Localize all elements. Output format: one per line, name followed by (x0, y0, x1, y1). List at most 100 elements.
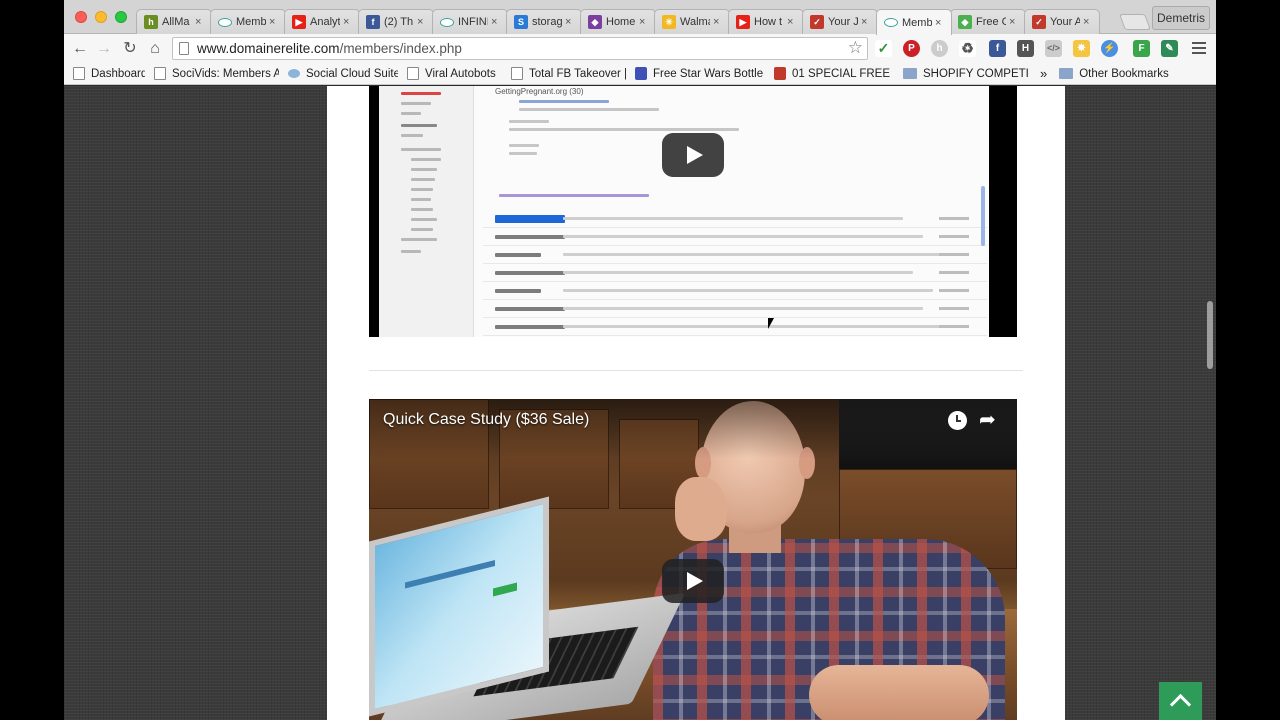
tab-1[interactable]: Memb × (210, 9, 286, 34)
bookmark-item[interactable]: SHOPIFY COMPETIT (903, 68, 1028, 80)
bookmark-item[interactable]: Viral Autobots (407, 67, 502, 80)
facebook-icon: f (366, 15, 380, 29)
video-title[interactable]: Quick Case Study ($36 Sale) (383, 411, 589, 429)
video-player-1[interactable]: GettingPregnant.org (30) (369, 86, 1017, 337)
close-tab-icon[interactable]: × (491, 16, 501, 28)
page-icon (511, 67, 523, 80)
address-bar[interactable]: www.domainerelite.com/members/index.php … (172, 37, 868, 60)
hootsuite-icon[interactable]: h (931, 40, 948, 57)
left-black-border (0, 0, 64, 720)
h-extension-icon[interactable]: H (1017, 40, 1034, 57)
play-button-video-1[interactable] (662, 133, 724, 177)
facebook-icon[interactable]: f (989, 40, 1006, 57)
bookmark-item[interactable]: Total FB Takeover | L (511, 67, 626, 80)
tab-label: storag (532, 16, 562, 28)
close-tab-icon[interactable]: × (343, 16, 353, 28)
close-tab-icon[interactable]: × (861, 16, 871, 28)
section-divider (369, 370, 1023, 371)
tab-7[interactable]: ✳ Walma× (654, 9, 730, 34)
tab-strip: h AllMa × Memb × ▶ Analyt × f (2) Th × INFINI × Sstor… (64, 0, 1216, 35)
tab-11[interactable]: ◆ Free C× (950, 9, 1026, 34)
browser-window: h AllMa × Memb × ▶ Analyt × f (2) Th × INFINI × Sstor… (64, 0, 1216, 720)
mouse-cursor (768, 318, 774, 329)
close-tab-icon[interactable]: × (417, 16, 427, 28)
clock-icon[interactable] (948, 411, 967, 430)
bookmark-star-icon[interactable]: ☆ (848, 38, 863, 58)
close-tab-icon[interactable]: × (713, 16, 723, 28)
checkmark-icon: ✓ (810, 15, 824, 29)
tab-6[interactable]: ◆ Home × (580, 9, 656, 34)
cloud-icon (288, 69, 300, 78)
code-icon[interactable]: </> (1045, 40, 1062, 57)
feedly-icon[interactable]: F (1133, 40, 1150, 57)
bookmark-item[interactable]: Free Star Wars Bottle (635, 67, 765, 80)
email-sidebar (379, 86, 474, 337)
tab-8[interactable]: ▶ How t × (728, 9, 804, 34)
tab-label: Your A (1050, 16, 1080, 28)
bookmark-label: Social Cloud Suite (306, 67, 398, 80)
play-button-video-2[interactable] (662, 559, 724, 603)
evernote-clip-icon[interactable]: ✎ (1161, 40, 1178, 57)
back-arrow-icon[interactable]: ← (70, 39, 90, 59)
lightning-icon[interactable]: ⚡ (1101, 40, 1118, 57)
tab-label: Memb (902, 16, 932, 29)
tab-9[interactable]: ✓ Your J × (802, 9, 878, 34)
bookmarks-bar: Dashboard SociVids: Members A Social Cloud… (64, 63, 1216, 85)
close-tab-icon[interactable]: × (787, 16, 797, 28)
page-scrollbar[interactable] (1204, 86, 1216, 720)
recycle-icon[interactable]: ♻ (959, 40, 976, 57)
bookmark-item[interactable]: 01 SPECIAL FREE Ha (774, 67, 894, 80)
tab-4[interactable]: INFINI × (432, 9, 508, 34)
tab-5[interactable]: Sstorag × (506, 9, 582, 34)
share-icon[interactable]: ➦ (979, 409, 996, 431)
close-tab-icon[interactable]: × (1009, 16, 1019, 28)
bookmark-item[interactable]: SociVids: Members A (154, 67, 279, 80)
close-tab-icon[interactable]: × (195, 16, 205, 28)
close-tab-icon[interactable]: × (639, 16, 649, 28)
video-player-2[interactable]: Quick Case Study ($36 Sale) ➦ (369, 399, 1017, 720)
page-background: GettingPregnant.org (30) Quick Case Stud… (64, 86, 1216, 720)
folder-icon (903, 68, 917, 79)
scrollbar-thumb[interactable] (1207, 301, 1213, 369)
close-tab-icon[interactable]: × (1083, 16, 1093, 28)
new-tab-button[interactable] (1119, 14, 1151, 30)
sparkle-icon[interactable]: ✸ (1073, 40, 1090, 57)
tabs: h AllMa × Memb × ▶ Analyt × f (2) Th × INFINI × Sstor… (136, 9, 1100, 35)
bookmark-label: 01 SPECIAL FREE Ha (792, 67, 894, 80)
url-path: /members/index.php (339, 41, 462, 56)
bookmarks-overflow-button[interactable]: » (1040, 66, 1047, 81)
other-bookmarks-label: Other Bookmarks (1079, 67, 1169, 80)
video-frame-email-screen: GettingPregnant.org (30) (379, 86, 989, 337)
gem-green-icon: ◆ (958, 15, 972, 29)
close-window-button[interactable] (75, 11, 87, 23)
profile-button[interactable]: Demetris (1152, 6, 1210, 30)
gem-icon: ◆ (588, 15, 602, 29)
tab-10[interactable]: Memb × (876, 9, 952, 35)
bookmark-item[interactable]: Dashboard (73, 67, 145, 80)
close-tab-icon[interactable]: × (269, 16, 279, 28)
maximize-window-button[interactable] (115, 11, 127, 23)
tab-label: AllMa (162, 16, 190, 28)
bookmark-label: Dashboard (91, 67, 145, 80)
minimize-window-button[interactable] (95, 11, 107, 23)
forward-arrow-icon[interactable]: → (94, 39, 114, 59)
other-bookmarks[interactable]: Other Bookmarks (1059, 67, 1169, 80)
bookmark-item[interactable]: Social Cloud Suite (288, 68, 398, 80)
pinterest-icon[interactable]: P (903, 40, 920, 57)
youtube-icon: ▶ (736, 15, 750, 29)
close-tab-icon[interactable]: × (565, 16, 575, 28)
close-tab-icon[interactable]: × (935, 17, 945, 29)
tab-12[interactable]: ✓ Your A × (1024, 9, 1100, 34)
tab-0[interactable]: h AllMa × (136, 9, 212, 34)
evernote-icon[interactable]: ✓ (875, 40, 892, 57)
cloud-icon (884, 18, 898, 27)
tab-2[interactable]: ▶ Analyt × (284, 9, 360, 34)
page-icon (179, 42, 189, 55)
email-subject: GettingPregnant.org (30) (495, 87, 584, 96)
tab-label: Analyt (310, 16, 340, 28)
reload-icon[interactable]: ↻ (120, 39, 140, 59)
hamburger-menu-icon[interactable] (1192, 42, 1206, 54)
back-to-top-button[interactable] (1159, 682, 1202, 720)
tab-3[interactable]: f (2) Th × (358, 9, 434, 34)
home-icon[interactable]: ⌂ (145, 39, 165, 59)
